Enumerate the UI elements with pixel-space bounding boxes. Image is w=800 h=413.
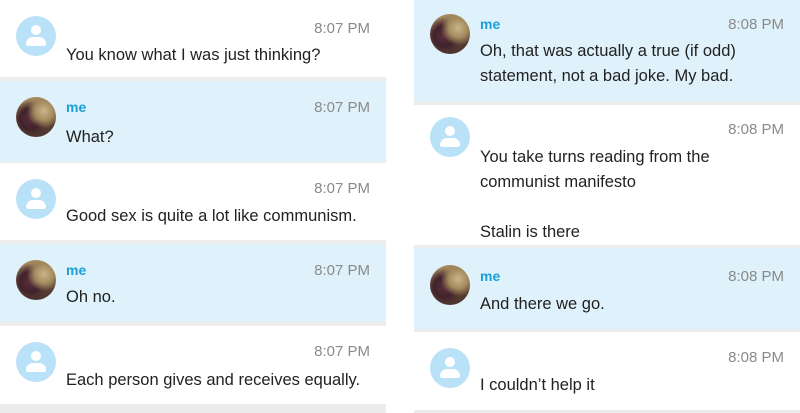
message-item[interactable]: me 8:07 PM What? bbox=[0, 81, 386, 162]
chat-column-left: 8:07 PM You know what I was just thinkin… bbox=[0, 0, 386, 413]
message-text: Good sex is quite a lot like communism. bbox=[66, 207, 357, 225]
message-timestamp: 8:07 PM bbox=[314, 99, 370, 116]
message-text: What? bbox=[66, 128, 114, 146]
message-item[interactable]: 8:07 PM Good sex is quite a lot like com… bbox=[0, 163, 386, 240]
message-item[interactable]: 8:08 PM You take turns reading from the … bbox=[414, 105, 800, 245]
sender-name[interactable]: me bbox=[66, 262, 86, 278]
message-timestamp: 8:07 PM bbox=[314, 343, 370, 360]
user-avatar[interactable] bbox=[430, 265, 470, 305]
message-timestamp: 8:07 PM bbox=[314, 180, 370, 197]
message-text: Oh, that was actually a true (if odd) st… bbox=[480, 42, 736, 85]
message-text: And there we go. bbox=[480, 295, 605, 313]
sender-name[interactable]: me bbox=[480, 16, 500, 32]
message-timestamp: 8:08 PM bbox=[728, 349, 784, 366]
default-avatar-icon[interactable] bbox=[16, 342, 56, 382]
sender-name[interactable]: me bbox=[66, 99, 86, 115]
default-avatar-icon[interactable] bbox=[16, 179, 56, 219]
message-item[interactable]: 8:08 PM I couldn’t help it bbox=[414, 332, 800, 410]
message-item[interactable]: me 8:07 PM Oh no. bbox=[0, 244, 386, 322]
user-avatar[interactable] bbox=[16, 97, 56, 137]
message-timestamp: 8:08 PM bbox=[728, 16, 784, 33]
default-avatar-icon[interactable] bbox=[16, 16, 56, 56]
user-avatar[interactable] bbox=[430, 14, 470, 54]
message-text: Each person gives and receives equally. bbox=[66, 371, 361, 389]
message-item[interactable]: me 8:08 PM And there we go. bbox=[414, 248, 800, 329]
message-item[interactable]: me 8:08 PM Oh, that was actually a true … bbox=[414, 0, 800, 101]
message-text: You know what I was just thinking? bbox=[66, 46, 321, 64]
default-avatar-icon[interactable] bbox=[430, 117, 470, 157]
message-text: I couldn’t help it bbox=[480, 376, 595, 394]
user-avatar[interactable] bbox=[16, 260, 56, 300]
message-timestamp: 8:08 PM bbox=[728, 121, 784, 138]
message-text: Oh no. bbox=[66, 288, 116, 306]
message-timestamp: 8:07 PM bbox=[314, 20, 370, 37]
message-timestamp: 8:07 PM bbox=[314, 262, 370, 279]
chat-column-right: me 8:08 PM Oh, that was actually a true … bbox=[414, 0, 800, 413]
message-item[interactable]: 8:07 PM Each person gives and receives e… bbox=[0, 326, 386, 404]
sender-name[interactable]: me bbox=[480, 268, 500, 284]
message-text: You take turns reading from the communis… bbox=[480, 148, 710, 241]
message-timestamp: 8:08 PM bbox=[728, 268, 784, 285]
default-avatar-icon[interactable] bbox=[430, 348, 470, 388]
message-item[interactable]: 8:07 PM You know what I was just thinkin… bbox=[0, 0, 386, 77]
